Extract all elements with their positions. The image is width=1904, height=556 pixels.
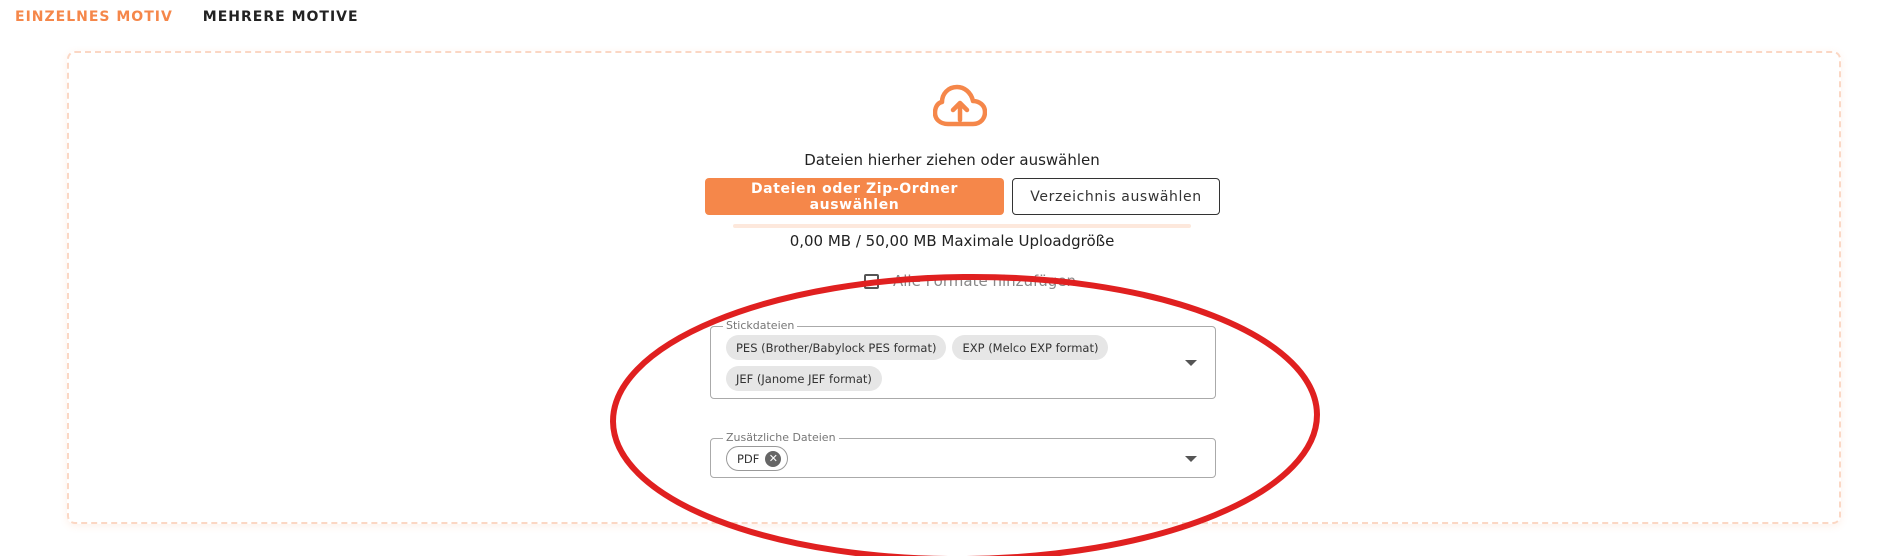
close-icon[interactable]: ✕ — [765, 450, 782, 467]
stickdateien-label: Stickdateien — [723, 319, 798, 332]
zusaetzliche-dateien-select[interactable]: Zusätzliche Dateien PDF ✕ — [710, 431, 1216, 478]
all-formats-label: Alle Formate hinzufügen — [893, 272, 1077, 290]
chevron-down-icon[interactable] — [1185, 456, 1197, 462]
zusaetzliche-dateien-chips: PDF ✕ — [726, 446, 1166, 471]
stickdateien-select[interactable]: Stickdateien PES (Brother/Babylock PES f… — [710, 319, 1216, 399]
chip-jef[interactable]: JEF (Janome JEF format) — [726, 366, 882, 391]
select-directory-button[interactable]: Verzeichnis auswählen — [1012, 178, 1220, 215]
tab-einzelnes-motiv[interactable]: EINZELNES MOTIV — [0, 0, 188, 36]
tab-mehrere-motive[interactable]: MEHRERE MOTIVE — [188, 0, 374, 36]
chip-pes[interactable]: PES (Brother/Babylock PES format) — [726, 335, 947, 360]
zusaetzliche-dateien-label: Zusätzliche Dateien — [723, 431, 839, 444]
drop-hint-text: Dateien hierher ziehen oder auswählen — [804, 151, 1100, 169]
all-formats-checkbox[interactable] — [864, 273, 879, 289]
stickdateien-chips: PES (Brother/Babylock PES format) EXP (M… — [726, 335, 1166, 391]
chevron-down-icon[interactable] — [1185, 360, 1197, 366]
cloud-upload-icon — [933, 84, 987, 127]
upload-progress-bar — [733, 224, 1191, 228]
chip-pdf[interactable]: PDF ✕ — [726, 446, 789, 471]
upload-size-text: 0,00 MB / 50,00 MB Maximale Uploadgröße — [789, 232, 1115, 250]
select-files-button[interactable]: Dateien oder Zip-Ordner auswählen — [705, 178, 1004, 215]
chip-pdf-label: PDF — [737, 451, 760, 466]
all-formats-row: Alle Formate hinzufügen — [864, 272, 1076, 290]
tab-bar: EINZELNES MOTIV MEHRERE MOTIVE — [0, 0, 374, 36]
chip-exp[interactable]: EXP (Melco EXP format) — [952, 335, 1109, 360]
